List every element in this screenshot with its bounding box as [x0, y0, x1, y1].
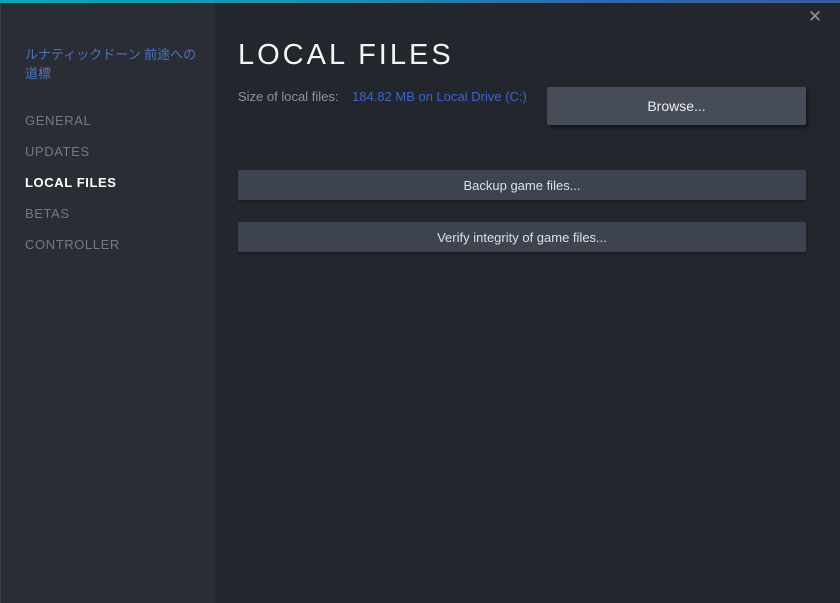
sidebar-item-controller[interactable]: CONTROLLER — [1, 229, 215, 260]
sidebar-item-local-files[interactable]: LOCAL FILES — [1, 167, 215, 198]
page-title: LOCAL FILES — [238, 39, 454, 71]
sidebar: ルナティックドーン 前途への道標 GENERAL UPDATES LOCAL F… — [0, 3, 215, 603]
browse-button[interactable]: Browse... — [547, 87, 806, 125]
local-files-panel: LOCAL FILES Size of local files: 184.82 … — [215, 3, 840, 603]
backup-game-files-button[interactable]: Backup game files... — [238, 170, 806, 200]
close-icon[interactable]: ✕ — [804, 6, 826, 28]
sidebar-item-updates[interactable]: UPDATES — [1, 136, 215, 167]
game-title: ルナティックドーン 前途への道標 — [25, 47, 197, 81]
size-of-local-files-value: 184.82 MB on Local Drive (C:) — [352, 89, 527, 104]
game-properties-dialog: ✕ ルナティックドーン 前途への道標 GENERAL UPDATES LOCAL… — [0, 0, 840, 603]
verify-integrity-button[interactable]: Verify integrity of game files... — [238, 222, 806, 252]
sidebar-nav: GENERAL UPDATES LOCAL FILES BETAS CONTRO… — [1, 105, 215, 260]
sidebar-item-general[interactable]: GENERAL — [1, 105, 215, 136]
size-of-local-files-label: Size of local files: — [238, 89, 339, 104]
sidebar-item-betas[interactable]: BETAS — [1, 198, 215, 229]
